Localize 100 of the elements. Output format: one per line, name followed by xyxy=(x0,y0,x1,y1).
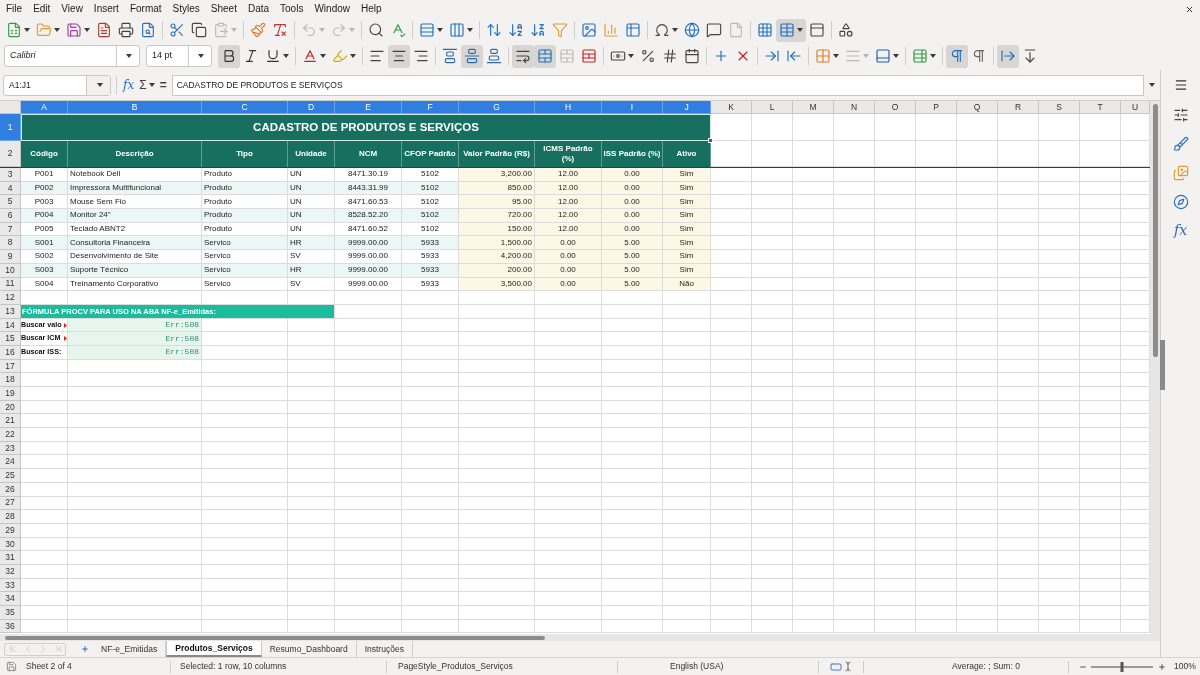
zoom-level: 100% xyxy=(1174,660,1196,673)
menu-item[interactable]: Help xyxy=(361,4,382,14)
column-header[interactable]: Q xyxy=(957,101,998,114)
column-header[interactable]: K xyxy=(711,101,752,114)
column-header[interactable]: M xyxy=(793,101,834,114)
column-header[interactable]: E xyxy=(335,101,402,114)
row-header[interactable]: 15 xyxy=(0,332,21,346)
column-heading: Ativo xyxy=(663,141,711,167)
row-header[interactable]: 9 xyxy=(0,250,21,264)
scrollbar-thumb[interactable] xyxy=(1152,104,1158,357)
table-cell: S001 xyxy=(21,236,68,251)
table-cell: 0.00 xyxy=(602,209,663,223)
column-header[interactable]: F xyxy=(402,101,459,114)
table-cell: 9999.00.00 xyxy=(335,236,402,251)
row-header[interactable]: 18 xyxy=(0,373,21,387)
row-header[interactable]: 6 xyxy=(0,209,21,223)
menu-item[interactable]: Data xyxy=(247,4,270,14)
selection-handle[interactable] xyxy=(708,138,713,143)
row-header[interactable]: 34 xyxy=(0,592,21,606)
sheet-tab[interactable]: Produtos_Serviços xyxy=(166,641,262,657)
caret-icon xyxy=(467,28,473,32)
menu-item[interactable]: Insert xyxy=(93,4,119,14)
menu-item[interactable]: Window xyxy=(314,4,350,14)
vertical-scrollbar[interactable] xyxy=(1150,101,1160,634)
column-header[interactable]: C xyxy=(202,101,288,114)
menu-item[interactable]: Edit xyxy=(33,4,51,14)
horizontal-scrollbar[interactable] xyxy=(0,634,1160,641)
table-cell: 720.00 xyxy=(459,209,535,223)
caret-icon xyxy=(54,28,60,32)
row-header[interactable]: 28 xyxy=(0,510,21,524)
table-cell: 8471.30.19 xyxy=(335,168,402,182)
text-cursor-icon[interactable] xyxy=(842,661,853,672)
caret-icon xyxy=(893,54,899,58)
row-header[interactable]: 31 xyxy=(0,551,21,565)
menu-item[interactable]: File xyxy=(6,4,23,14)
formula-button[interactable]: = xyxy=(156,75,170,95)
selection-info: Selected: 1 row, 10 columns xyxy=(180,661,287,672)
row-header[interactable]: 21 xyxy=(0,414,21,429)
column-header[interactable]: A xyxy=(21,101,68,114)
table-cell: Servico xyxy=(202,250,288,264)
column-header[interactable]: I xyxy=(602,101,663,114)
column-header[interactable]: H xyxy=(535,101,602,114)
row-header[interactable]: 35 xyxy=(0,606,21,620)
row-header[interactable]: 1 xyxy=(0,114,21,141)
table-cell: 0.00 xyxy=(535,236,602,251)
table-cell: Mouse Sem Fio xyxy=(68,195,202,210)
column-header[interactable]: L xyxy=(752,101,793,114)
column-header[interactable]: O xyxy=(875,101,916,114)
slider-thumb[interactable] xyxy=(1120,661,1124,672)
row-header[interactable]: 2 xyxy=(0,141,21,167)
column-header[interactable]: G xyxy=(459,101,535,114)
sidebar-handle[interactable] xyxy=(1160,340,1165,390)
row-header[interactable]: 8 xyxy=(0,236,21,251)
font-name-box[interactable]: Calibri xyxy=(4,45,140,67)
table-cell: UN xyxy=(288,209,335,223)
table-cell: Notebook Dell xyxy=(68,168,202,182)
column-header[interactable]: N xyxy=(834,101,875,114)
column-header[interactable]: J xyxy=(663,101,711,114)
font-size-box[interactable]: 14 pt xyxy=(146,45,212,67)
menu-item[interactable]: Tools xyxy=(280,4,304,14)
row-header[interactable]: 12 xyxy=(0,291,21,305)
selection-summary: Average: ; Sum: 0 xyxy=(952,661,1020,672)
add-sheet-button[interactable] xyxy=(80,643,90,655)
functions-button[interactable]: fx xyxy=(1161,216,1200,245)
table-cell: 0.00 xyxy=(602,168,663,182)
table-cell: 1,500.00 xyxy=(459,236,535,251)
rectangle-icon[interactable] xyxy=(829,660,842,673)
row-header[interactable]: 3 xyxy=(0,168,21,182)
row-header[interactable]: 24 xyxy=(0,455,21,470)
menu-item[interactable]: View xyxy=(61,4,83,14)
table-cell: UN xyxy=(288,195,335,210)
sum-button[interactable]: Σ xyxy=(137,75,157,95)
column-header[interactable]: R xyxy=(998,101,1039,114)
column-header[interactable]: T xyxy=(1080,101,1121,114)
freeze-rows-columns-button[interactable] xyxy=(776,18,806,42)
column-header[interactable]: B xyxy=(68,101,202,114)
table-cell: P001 xyxy=(21,168,68,182)
column-header[interactable]: S xyxy=(1039,101,1080,114)
row-header[interactable]: 22 xyxy=(0,428,21,442)
row-header[interactable]: 5 xyxy=(0,195,21,210)
name-box[interactable]: A1:J1 xyxy=(3,74,111,96)
caret-icon xyxy=(672,28,678,32)
table-cell: Consultoria Financeira xyxy=(68,236,202,251)
page-style: PageStyle_Produtos_Serviços xyxy=(398,661,513,672)
column-header[interactable]: U xyxy=(1121,101,1150,114)
row-header[interactable]: 25 xyxy=(0,469,21,483)
column-heading: NCM xyxy=(335,141,402,167)
menu-item[interactable]: Sheet xyxy=(210,4,237,14)
column-header[interactable]: P xyxy=(916,101,957,114)
column-heading: ICMS Padrão (%) xyxy=(535,141,602,167)
caret-icon xyxy=(231,28,237,32)
menu-item[interactable]: Styles xyxy=(172,4,200,14)
column-header[interactable]: D xyxy=(288,101,335,114)
scrollbar-thumb[interactable] xyxy=(5,635,545,640)
menu-item[interactable]: Format xyxy=(129,4,162,14)
formula-input[interactable]: CADASTRO DE PRODUTOS E SERVIÇOS xyxy=(171,74,1144,96)
column-heading: ISS Padrão (%) xyxy=(602,141,663,167)
function-wizard-button[interactable]: fx xyxy=(120,75,138,95)
row-header[interactable]: 19 xyxy=(0,387,21,401)
brush-icon xyxy=(1172,135,1189,152)
